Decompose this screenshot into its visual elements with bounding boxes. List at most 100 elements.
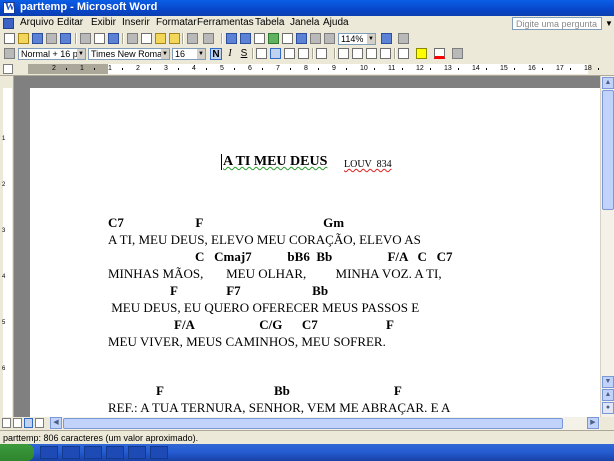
previous-page-icon[interactable]: ▲	[602, 389, 614, 401]
help-question-input[interactable]: Digite uma pergunta	[512, 17, 602, 30]
menu-editar[interactable]: Editar	[57, 17, 83, 28]
web-layout-icon[interactable]	[13, 418, 22, 428]
lyric-line-2: MINHAS MÃOS, MEU OLHAR, MINHA VOZ. A TI,	[108, 266, 442, 281]
help-icon[interactable]	[381, 33, 392, 44]
styles-formatting-icon[interactable]	[4, 48, 15, 59]
hyperlink-icon[interactable]	[226, 33, 237, 44]
select-browse-object-icon[interactable]: ●	[602, 402, 614, 414]
normal-view-icon[interactable]	[2, 418, 11, 428]
open-folder-icon[interactable]	[18, 33, 29, 44]
ruler-scale[interactable]: 2 1 1 2 3 4 5 6 7 8 9 10 11 12 13 14 15 16 17 18	[28, 64, 599, 74]
vertical-scroll-thumb[interactable]	[602, 90, 614, 210]
document-menu-icon[interactable]	[3, 18, 14, 29]
toolbar-separator	[252, 48, 254, 59]
taskbar-item-icon[interactable]	[40, 446, 58, 459]
document-map-icon[interactable]	[310, 33, 321, 44]
print-preview-icon[interactable]	[94, 33, 105, 44]
taskbar-item-icon[interactable]	[106, 446, 124, 459]
align-left-icon[interactable]	[256, 48, 267, 59]
menu-formatar[interactable]: Formatar	[156, 17, 197, 28]
print-icon[interactable]	[80, 33, 91, 44]
menu-janela[interactable]: Janela	[290, 17, 319, 28]
style-dropdown[interactable]: Normal + 16 pt, Neg ▼	[18, 48, 86, 60]
taskbar-item-icon[interactable]	[150, 446, 168, 459]
vertical-ruler-number: 6	[2, 366, 6, 372]
tab-selector-icon[interactable]	[3, 64, 13, 74]
tables-borders-icon[interactable]	[240, 33, 251, 44]
help-dropdown-arrow-icon[interactable]: ▼	[605, 19, 613, 28]
permission-icon[interactable]	[46, 33, 57, 44]
start-button[interactable]	[0, 444, 34, 461]
decrease-indent-icon[interactable]	[366, 48, 377, 59]
borders-icon[interactable]	[398, 48, 409, 59]
horizontal-scroll-thumb[interactable]	[63, 418, 563, 429]
ruler-number: 16	[528, 65, 536, 72]
menu-exibir[interactable]: Exibir	[91, 17, 116, 28]
status-bar: parttemp: 806 caracteres (um valor aprox…	[0, 430, 614, 444]
format-painter-icon[interactable]	[169, 33, 180, 44]
title-bar[interactable]: parttemp - Microsoft Word	[0, 0, 614, 16]
highlight-icon[interactable]	[416, 48, 427, 59]
horizontal-scrollbar[interactable]: ◀ ▶	[50, 417, 600, 430]
copy-icon[interactable]	[141, 33, 152, 44]
scroll-left-icon[interactable]: ◀	[50, 417, 62, 429]
font-size-dropdown[interactable]: 16 ▼	[172, 48, 206, 60]
taskbar-item-icon[interactable]	[62, 446, 80, 459]
cut-icon[interactable]	[127, 33, 138, 44]
word-app-icon[interactable]	[3, 2, 15, 14]
menu-arquivo[interactable]: Arquivo	[20, 17, 54, 28]
bullets-icon[interactable]	[352, 48, 363, 59]
ruler-number: 5	[220, 65, 224, 72]
ruler-tick	[598, 68, 599, 70]
numbering-icon[interactable]	[338, 48, 349, 59]
scroll-right-icon[interactable]: ▶	[587, 417, 599, 429]
paste-icon[interactable]	[155, 33, 166, 44]
redo-icon[interactable]	[203, 33, 214, 44]
drawing-icon[interactable]	[296, 33, 307, 44]
vertical-scrollbar[interactable]: ▲ ▼ ▲ ●	[600, 76, 614, 417]
font-dropdown[interactable]: Times New Roman ▼	[88, 48, 170, 60]
menu-inserir[interactable]: Inserir	[122, 17, 150, 28]
spelling-icon[interactable]	[108, 33, 119, 44]
bold-button[interactable]: N	[210, 48, 222, 60]
document-page[interactable]: A TI MEU DEUS LOUV 834 C7 F Gm A TI, MEU…	[30, 88, 600, 417]
undo-icon[interactable]	[187, 33, 198, 44]
taskbar-item-icon[interactable]	[128, 446, 146, 459]
align-right-icon[interactable]	[284, 48, 295, 59]
ruler-tick	[206, 68, 207, 70]
vertical-ruler-number: 1	[2, 136, 6, 142]
ruler-number: 2	[136, 65, 140, 72]
vertical-ruler-number: 5	[2, 320, 6, 326]
line-spacing-icon[interactable]	[316, 48, 327, 59]
insert-table-icon[interactable]	[254, 33, 265, 44]
menu-tabela[interactable]: Tabela	[255, 17, 284, 28]
italic-button[interactable]: I	[224, 48, 236, 60]
save-icon[interactable]	[32, 33, 43, 44]
increase-indent-icon[interactable]	[380, 48, 391, 59]
columns-icon[interactable]	[282, 33, 293, 44]
show-hide-icon[interactable]	[324, 33, 335, 44]
menu-ajuda[interactable]: Ajuda	[323, 17, 349, 28]
print-layout-icon[interactable]	[24, 418, 33, 428]
font-color-icon[interactable]	[434, 48, 445, 59]
toolbar-options-icon[interactable]	[398, 33, 409, 44]
align-center-icon[interactable]	[270, 48, 281, 59]
standard-toolbar: 114% ▼	[0, 31, 614, 46]
document-area[interactable]: A TI MEU DEUS LOUV 834 C7 F Gm A TI, MEU…	[14, 76, 600, 417]
vertical-ruler[interactable]: 1 2 3 4 5 6	[0, 76, 14, 417]
new-document-icon[interactable]	[4, 33, 15, 44]
scroll-down-icon[interactable]: ▼	[602, 376, 614, 388]
ruler-number: 4	[192, 65, 196, 72]
insert-excel-icon[interactable]	[268, 33, 279, 44]
email-icon[interactable]	[60, 33, 71, 44]
toolbar-options-icon[interactable]	[452, 48, 463, 59]
underline-button[interactable]: S	[238, 48, 250, 60]
scroll-up-icon[interactable]: ▲	[602, 77, 614, 89]
horizontal-ruler[interactable]: 2 1 1 2 3 4 5 6 7 8 9 10 11 12 13 14 15 16 17 18	[0, 62, 614, 76]
font-value: Times New Roman	[91, 49, 168, 59]
menu-ferramentas[interactable]: Ferramentas	[197, 17, 254, 28]
outline-view-icon[interactable]	[35, 418, 44, 428]
taskbar-item-icon[interactable]	[84, 446, 102, 459]
justify-icon[interactable]	[298, 48, 309, 59]
zoom-dropdown[interactable]: 114% ▼	[338, 33, 376, 45]
